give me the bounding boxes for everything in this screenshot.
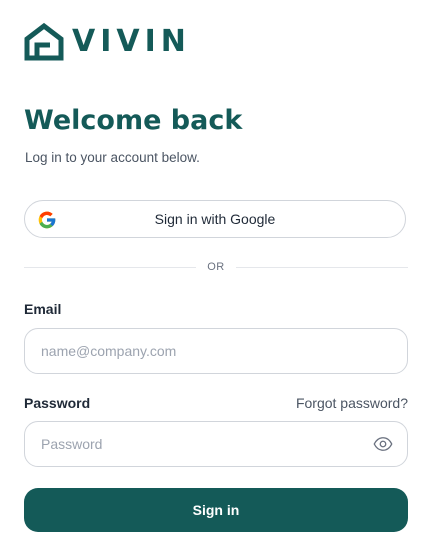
password-field[interactable] (24, 421, 408, 467)
page-subtitle: Log in to your account below. (25, 150, 200, 165)
page-title: Welcome back (24, 105, 243, 136)
google-signin-label: Sign in with Google (154, 211, 276, 227)
eye-icon[interactable] (372, 434, 394, 454)
or-divider: OR (24, 258, 408, 278)
divider-line-left (24, 267, 196, 268)
email-label: Email (24, 301, 62, 317)
house-icon (24, 22, 64, 61)
divider-line-right (236, 267, 408, 268)
brand-name: VIVIN (72, 24, 191, 59)
brand-logo: VIVIN (24, 22, 191, 62)
google-signin-button[interactable]: Sign in with Google (24, 200, 406, 238)
signin-button[interactable]: Sign in (24, 488, 408, 532)
password-label: Password (24, 395, 91, 411)
divider-text: OR (207, 261, 225, 273)
google-icon (38, 211, 56, 229)
email-field[interactable] (24, 328, 408, 374)
forgot-password-link[interactable]: Forgot password? (296, 395, 408, 411)
